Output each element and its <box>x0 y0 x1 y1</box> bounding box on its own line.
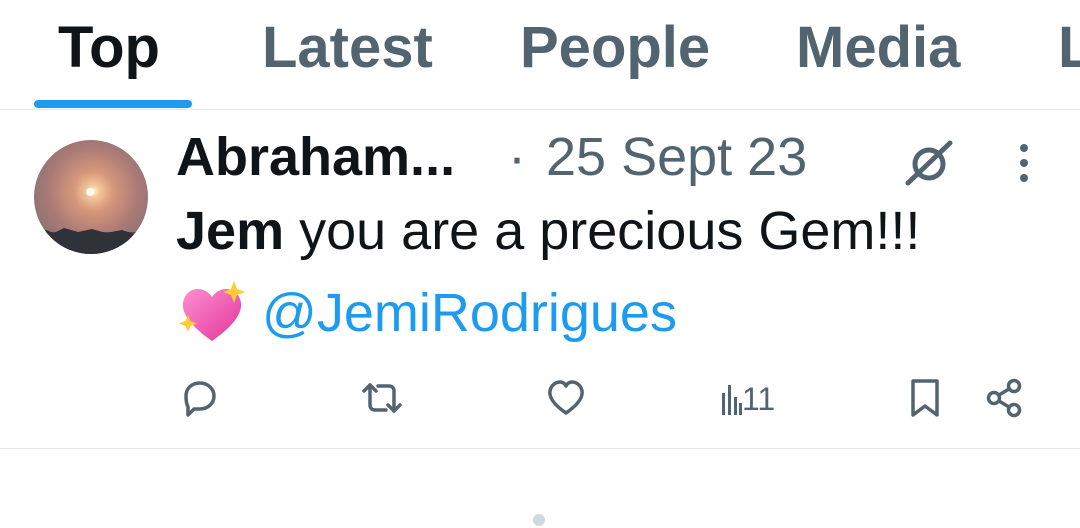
separator-dot: · <box>508 127 526 187</box>
bookmark-icon[interactable] <box>908 377 942 421</box>
share-icon[interactable] <box>984 377 1026 421</box>
tweet-date[interactable]: 25 Sept 23 <box>546 125 807 189</box>
grok-icon[interactable] <box>902 135 956 189</box>
tweet-text-bold: Jem <box>176 201 285 261</box>
tweet[interactable]: Abraham... · 25 Sept 23 Jem you are a pr… <box>0 111 1080 449</box>
search-tabs: Top Latest People Media L <box>0 0 1080 110</box>
heart-icon[interactable] <box>545 377 587 421</box>
active-tab-indicator <box>34 100 192 108</box>
mention-link[interactable]: @JemiRodrigues <box>262 281 677 345</box>
tweet-text: Jem you are a precious Gem!!! <box>176 199 920 263</box>
more-options-icon[interactable] <box>1010 141 1038 185</box>
tab-lists[interactable]: L <box>1058 14 1080 82</box>
views-icon[interactable] <box>722 377 742 421</box>
tweet-text-rest: you are a precious Gem!!! <box>284 201 921 261</box>
tab-people[interactable]: People <box>520 14 710 82</box>
tab-top[interactable]: Top <box>58 14 160 82</box>
retweet-icon[interactable] <box>360 377 404 421</box>
loading-indicator <box>533 514 545 526</box>
tweet-actions: 11 <box>0 369 1080 429</box>
tab-media[interactable]: Media <box>796 14 960 82</box>
author-name[interactable]: Abraham... <box>176 125 455 189</box>
tab-latest[interactable]: Latest <box>262 14 433 82</box>
sparkling-heart-emoji <box>176 279 248 347</box>
avatar[interactable] <box>34 140 148 254</box>
views-count: 11 <box>742 381 776 417</box>
reply-icon[interactable] <box>178 377 220 421</box>
